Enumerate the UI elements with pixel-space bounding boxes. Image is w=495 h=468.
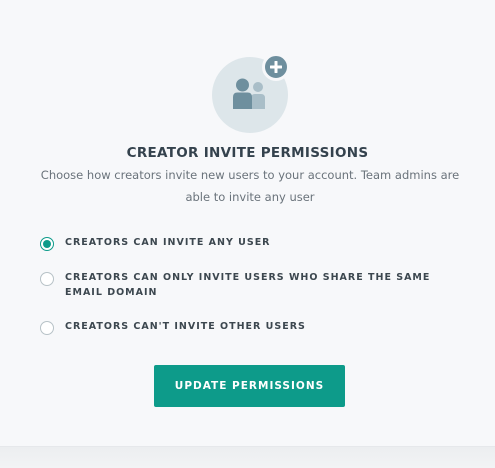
page-description: Choose how creators invite new users to … [40, 168, 460, 204]
radio-invite-same-domain[interactable] [40, 272, 54, 286]
radio-invite-any-user[interactable] [40, 237, 54, 251]
page-footer-strip [0, 447, 495, 468]
option-label: CREATORS CAN INVITE ANY USER [65, 237, 271, 248]
update-permissions-button[interactable]: UPDATE PERMISSIONS [154, 365, 345, 407]
page-title: CREATOR INVITE PERMISSIONS [126, 145, 369, 161]
radio-no-invites[interactable] [40, 321, 54, 335]
plus-icon [262, 53, 290, 81]
permissions-panel: CREATOR INVITE PERMISSIONS Choose how cr… [0, 0, 495, 447]
option-label: CREATORS CAN'T INVITE OTHER USERS [65, 321, 306, 332]
option-label: CREATORS CAN ONLY INVITE USERS WHO SHARE… [65, 272, 431, 298]
users-illustration [212, 53, 290, 133]
